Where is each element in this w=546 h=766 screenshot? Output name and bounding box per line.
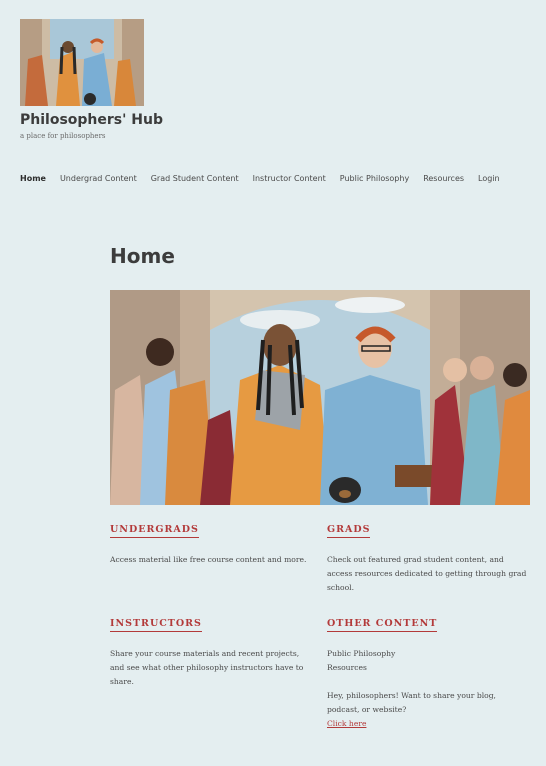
share-text: Hey, philosophers! Want to share your bl… (327, 691, 496, 714)
nav-item-login[interactable]: Login (478, 174, 500, 183)
undergrads-text: Access material like free course content… (110, 555, 307, 564)
nav-item-home[interactable]: Home (20, 174, 46, 183)
undergrads-section: UNDERGRADS Access material like free cou… (110, 517, 310, 567)
public-philosophy-item[interactable]: Public Philosophy (327, 647, 527, 661)
site-logo-image[interactable] (20, 19, 144, 106)
undergrads-heading[interactable]: UNDERGRADS (110, 524, 199, 538)
page-title: Home (110, 244, 175, 268)
grads-text: Check out featured grad student content,… (327, 555, 527, 592)
site-tagline: a place for philosophers (20, 132, 106, 140)
nav-item-instructor-content[interactable]: Instructor Content (253, 174, 326, 183)
resources-item[interactable]: Resources (327, 661, 527, 675)
instructors-heading[interactable]: INSTRUCTORS (110, 618, 202, 632)
other-content-heading[interactable]: OTHER CONTENT (327, 618, 438, 632)
hero-painting-image (110, 290, 530, 505)
instructors-section: INSTRUCTORS Share your course materials … (110, 611, 310, 689)
nav-item-resources[interactable]: Resources (423, 174, 464, 183)
site-title[interactable]: Philosophers' Hub (20, 112, 163, 128)
nav-item-public-philosophy[interactable]: Public Philosophy (340, 174, 409, 183)
click-here-link[interactable]: Click here (327, 719, 366, 728)
main-nav: Home Undergrad Content Grad Student Cont… (20, 174, 500, 183)
instructors-text: Share your course materials and recent p… (110, 649, 304, 686)
grads-heading[interactable]: GRADS (327, 524, 371, 538)
other-content-section: OTHER CONTENT Public Philosophy Resource… (327, 611, 527, 731)
nav-item-grad-student-content[interactable]: Grad Student Content (151, 174, 239, 183)
grads-section: GRADS Check out featured grad student co… (327, 517, 527, 595)
nav-item-undergrad-content[interactable]: Undergrad Content (60, 174, 137, 183)
